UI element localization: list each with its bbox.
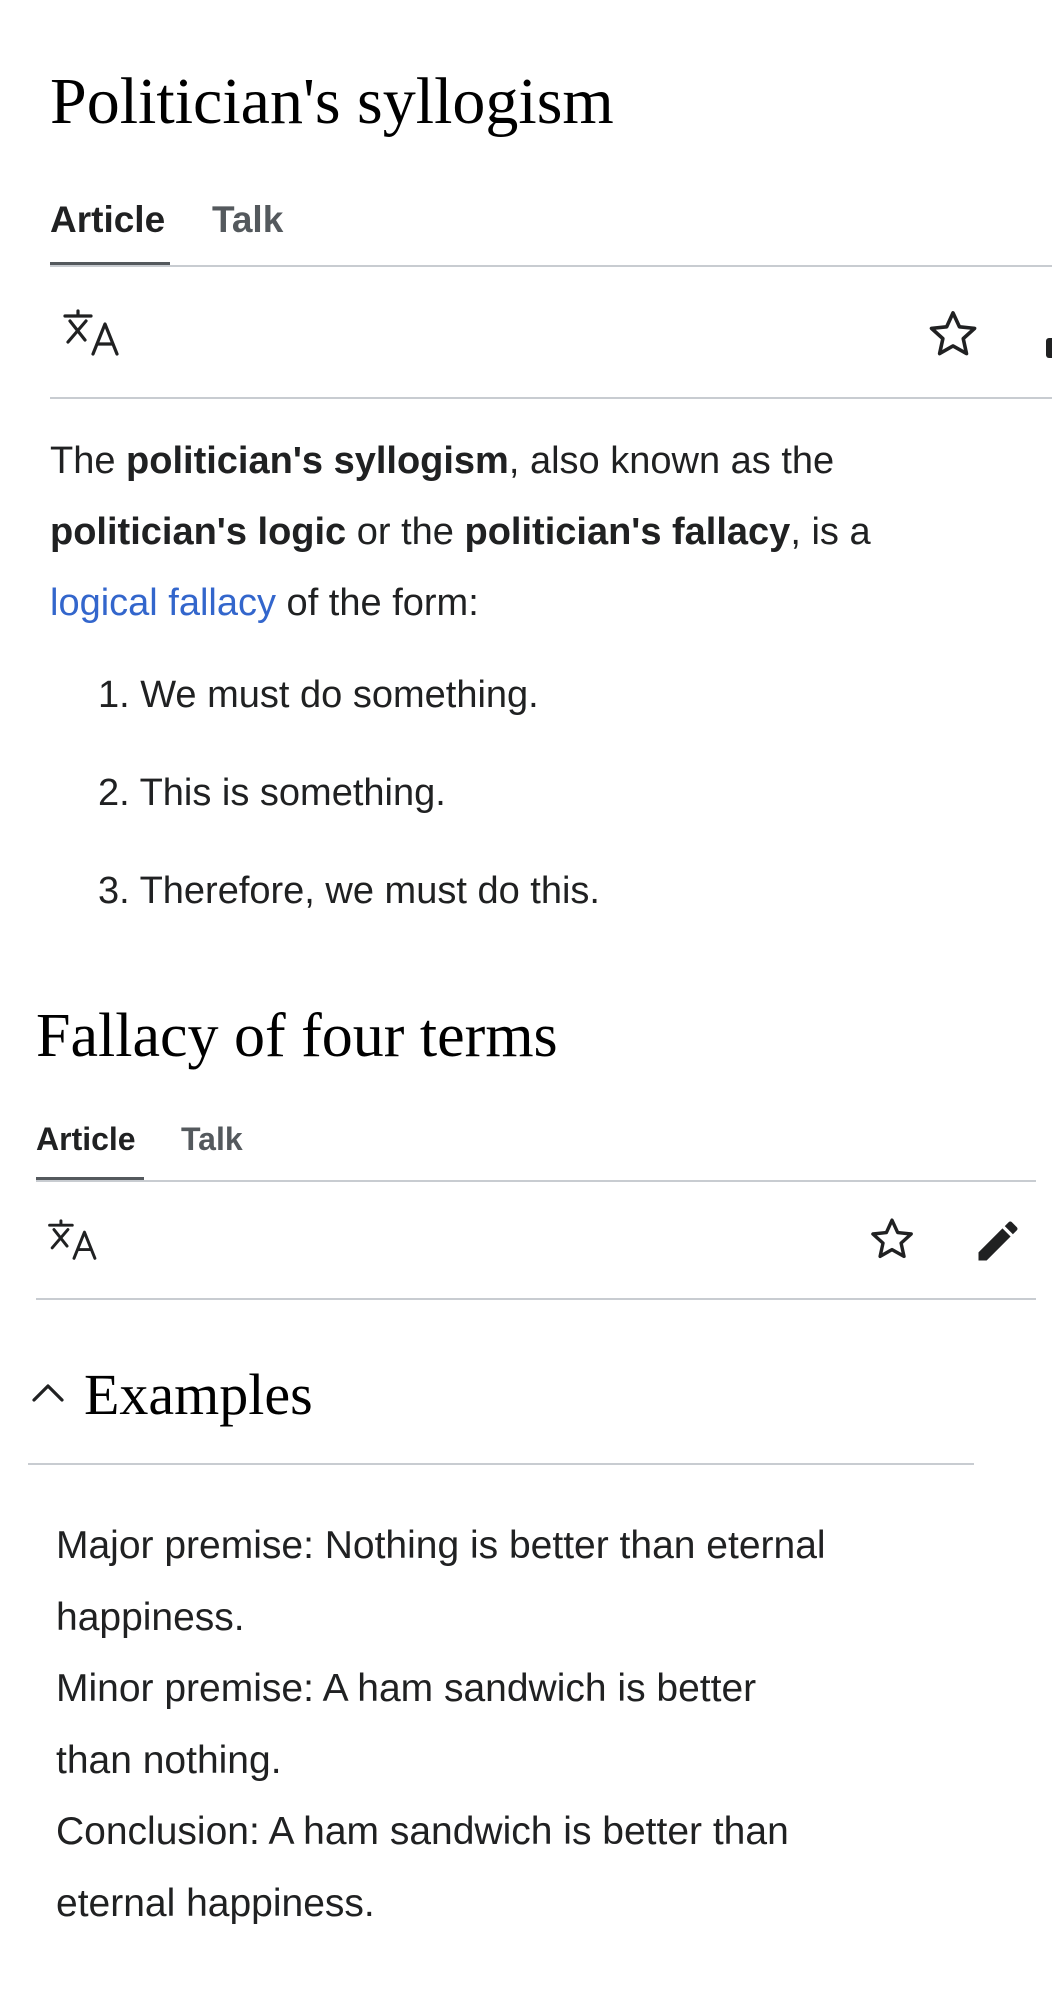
example-line: than nothing. [56,1738,282,1782]
tab-article[interactable]: Article [50,198,165,242]
term-politicians-logic: politician's logic [50,511,347,553]
star-icon[interactable] [925,307,981,361]
edit-icon-partial[interactable] [1046,338,1052,358]
section-divider [28,1463,974,1465]
example-line: Major premise: Nothing is better than et… [56,1524,826,1567]
toolbar-divider [50,397,1052,399]
list-item: 1. We must do something. [98,674,539,716]
tabs-divider [50,265,1052,267]
chevron-up-icon[interactable] [30,1381,66,1405]
page-title: Politician's syllogism [50,65,614,138]
list-item: 3. Therefore, we must do this. [98,870,600,912]
list-item: 2. This is something. [98,772,446,814]
edit-icon[interactable] [972,1215,1024,1267]
example-line: eternal happiness. [56,1881,375,1925]
examples-text: Major premise: Nothing is better than et… [56,1510,826,1939]
section-header-examples[interactable]: Examples [28,1355,988,1435]
link-logical-fallacy[interactable]: logical fallacy [50,582,276,624]
translate-icon[interactable] [62,308,124,358]
tab-talk-2[interactable]: Talk [181,1120,243,1158]
star-icon[interactable] [867,1215,917,1263]
tab-article-2[interactable]: Article [36,1120,136,1158]
tab-talk[interactable]: Talk [212,198,283,242]
term-politicians-syllogism: politician's syllogism [126,440,509,482]
intro-paragraph: The politician's syllogism, also known a… [50,440,871,624]
term-politicians-fallacy: politician's fallacy [464,511,791,553]
page-title-2: Fallacy of four terms [36,1002,558,1070]
section-heading: Examples [84,1362,313,1427]
toolbar-divider-2 [36,1298,1036,1300]
translate-icon[interactable] [47,1218,101,1262]
example-line: happiness. [56,1595,245,1639]
example-line: Conclusion: A ham sandwich is better tha… [56,1810,789,1853]
example-line: Minor premise: A ham sandwich is better [56,1667,757,1710]
tabs-divider-2 [36,1180,1036,1182]
